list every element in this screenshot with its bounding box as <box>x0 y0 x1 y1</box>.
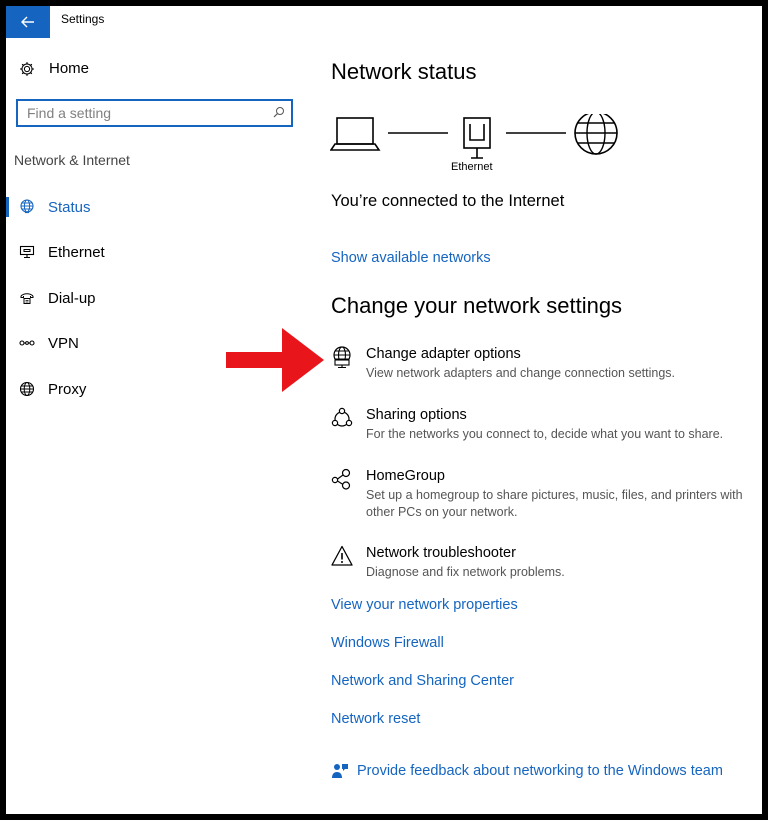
vpn-icon <box>19 340 35 346</box>
ethernet-port-icon <box>463 117 491 159</box>
sharing-options[interactable]: Sharing options For the networks you con… <box>331 407 746 443</box>
feedback-person-icon <box>332 764 348 778</box>
homegroup-option[interactable]: HomeGroup Set up a homegroup to share pi… <box>331 468 746 521</box>
sidebar-item-label: Dial-up <box>48 289 96 307</box>
option-title: Network troubleshooter <box>366 545 516 561</box>
window-title: Settings <box>61 12 105 26</box>
homegroup-icon <box>331 468 351 490</box>
windows-firewall-link[interactable]: Windows Firewall <box>331 635 444 651</box>
option-description: Diagnose and fix network problems. <box>366 565 565 579</box>
feedback-link-text[interactable]: Provide feedback about networking to the… <box>357 763 723 779</box>
section-heading: Network & Internet <box>14 152 130 168</box>
sidebar-item-label: VPN <box>48 334 79 352</box>
search-input[interactable] <box>27 105 267 121</box>
sidebar-item-vpn[interactable]: VPN <box>19 332 79 354</box>
network-status-heading: Network status <box>331 59 477 84</box>
view-network-properties-link[interactable]: View your network properties <box>331 597 518 613</box>
sidebar-item-label: Ethernet <box>48 243 105 261</box>
globe-status-icon <box>20 199 34 214</box>
sidebar-item-proxy[interactable]: Proxy <box>19 378 86 400</box>
back-arrow-icon <box>21 16 34 28</box>
feedback-link[interactable]: Provide feedback about networking to the… <box>332 763 723 779</box>
sidebar-item-label: Status <box>48 198 91 216</box>
ethernet-icon <box>19 245 35 259</box>
connection-status-text: You’re connected to the Internet <box>331 192 565 210</box>
active-indicator <box>6 197 9 217</box>
settings-window: Settings Home Network & Internet Status <box>6 6 762 814</box>
option-title: Sharing options <box>366 407 467 423</box>
adapter-globe-icon <box>333 346 351 368</box>
globe-icon <box>19 381 35 397</box>
change-adapter-options[interactable]: Change adapter options View network adap… <box>331 346 746 382</box>
change-settings-heading: Change your network settings <box>331 293 623 318</box>
search-icon[interactable] <box>273 106 285 118</box>
option-description: For the networks you connect to, decide … <box>366 427 724 441</box>
home-nav-item[interactable]: Home <box>19 60 89 77</box>
back-button[interactable] <box>6 6 50 38</box>
ethernet-diagram-label: Ethernet <box>451 161 493 173</box>
home-label: Home <box>49 60 90 77</box>
option-description: View network adapters and change connect… <box>366 366 675 380</box>
sidebar-item-label: Proxy <box>48 380 87 398</box>
network-reset-link[interactable]: Network reset <box>331 711 420 727</box>
option-title: HomeGroup <box>366 468 445 484</box>
network-troubleshooter-option[interactable]: Network troubleshooter Diagnose and fix … <box>331 545 746 581</box>
dialup-icon <box>20 293 34 304</box>
option-description: Set up a homegroup to share pictures, mu… <box>366 488 743 519</box>
sidebar-item-status[interactable]: Status <box>19 196 91 218</box>
share-icon <box>331 407 353 427</box>
network-sharing-center-link[interactable]: Network and Sharing Center <box>331 673 514 689</box>
sidebar-item-ethernet[interactable]: Ethernet <box>19 241 105 263</box>
gear-icon <box>20 61 34 76</box>
search-box[interactable] <box>16 99 293 127</box>
sidebar-item-dialup[interactable]: Dial-up <box>19 287 96 309</box>
laptop-icon <box>330 117 381 151</box>
option-title: Change adapter options <box>366 346 521 362</box>
internet-globe-icon <box>574 114 618 155</box>
warning-icon <box>331 545 353 566</box>
show-available-networks-link[interactable]: Show available networks <box>331 250 491 266</box>
red-pointer-arrow-icon <box>226 328 324 392</box>
